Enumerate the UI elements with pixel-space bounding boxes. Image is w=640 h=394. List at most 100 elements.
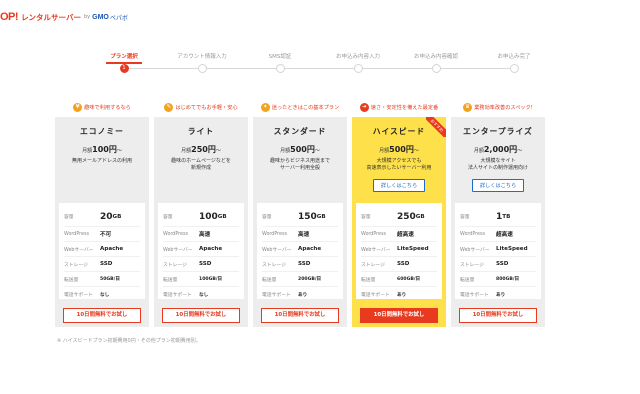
plan-specs: 容量 250 GB WordPress 超高速 Webサーバー LiteSpeed スト… [356, 203, 442, 299]
step-dot: 1 [119, 64, 129, 73]
spec-webserver: Webサーバー LiteSpeed [460, 242, 536, 257]
plan-tagline: ✎ はじめてでもお手軽・安心 [154, 100, 248, 114]
plan-description: 大規模アクセスでも 高速表示したいサーバー利用 [366, 158, 432, 171]
plan-description: 大規模なサイト 法人サイトの制作運用向け [467, 158, 528, 171]
free-trial-button[interactable]: 10日間無料でお試し [63, 308, 141, 323]
by-text: by [84, 14, 91, 20]
plan-tagline: ¥ 趣味で利用するなら [55, 100, 149, 114]
spec-support: 電話サポート なし [163, 292, 209, 299]
spec-wordpress: WordPress 超高速 [460, 227, 536, 242]
service-name: レンタルサーバー [21, 12, 81, 22]
plan-card: ライト 月額250円〜 趣味のホームページなどを 新規作成 容量 100 GB Wo… [154, 117, 248, 327]
tagline-text: はじめてでもお手軽・安心 [175, 104, 238, 111]
plan-name: エンタープライズ [463, 127, 533, 136]
tagline-text: 業務効率改善のスペック! [474, 104, 533, 111]
plan-price: 月額250円〜 [181, 145, 221, 154]
free-trial-button[interactable]: 10日間無料でお試し [459, 308, 537, 323]
step-application-input: お申込み内容入力 [318, 53, 398, 73]
gmo-logo: GMO [92, 13, 109, 21]
spec-support: 電話サポート あり [262, 292, 308, 299]
step-label: お申込み内容確認 [413, 54, 458, 60]
plan-tagline: ✦ 迷ったときはこの基本プラン [253, 100, 347, 114]
free-trial-button[interactable]: 10日間無料でお試し [162, 308, 240, 323]
details-button[interactable]: 詳しくはこちら [372, 179, 426, 192]
yen-icon: ¥ [73, 102, 83, 112]
spec-webserver: Webサーバー Apache [163, 242, 239, 257]
tagline-text: 迷ったときはこの基本プラン [271, 104, 340, 111]
step-dot [197, 64, 207, 73]
step-plan-select: プラン選択 1 [84, 53, 164, 73]
spec-wordpress: WordPress 不可 [64, 227, 140, 242]
brand-logo[interactable]: OP! レンタルサーバー by GMO ペパボ [0, 10, 128, 24]
spec-storage: ストレージ SSD [262, 257, 338, 272]
plan-card: エコノミー 月額100円〜 無用メールアドレスの利用 容量 20 GB WordPr… [55, 117, 149, 327]
spec-storage: ストレージ SSD [64, 257, 140, 272]
plan-card: エンタープライズ 月額2,000円〜 大規模なサイト 法人サイトの制作運用向け … [451, 117, 545, 327]
logo-text: OP! [0, 11, 19, 23]
beginner-icon: ✎ [164, 102, 174, 112]
tagline-text: 速さ・安定性を備えた最定番 [370, 104, 439, 111]
sparkle-icon: ✦ [260, 102, 270, 112]
details-button[interactable]: 詳しくはこちら [471, 179, 525, 192]
plan-description: 趣味のホームページなどを 新規作成 [171, 158, 231, 171]
spec-capacity: 容量 20 GB [64, 207, 140, 227]
step-dot [353, 64, 363, 73]
spec-storage: ストレージ SSD [460, 257, 536, 272]
step-label: SMS認証 [268, 54, 292, 60]
step-complete: お申込み完了 [474, 53, 554, 73]
plan-price: 月額2,000円〜 [473, 145, 523, 154]
step-application-confirm: お申込み内容確認 [396, 53, 476, 73]
plan-name: エコノミー [80, 127, 124, 136]
step-sms-auth: SMS認証 [240, 53, 320, 73]
step-label: プラン選択 [110, 54, 138, 60]
free-trial-button[interactable]: 10日間無料でお試し [261, 308, 339, 323]
spec-webserver: Webサーバー LiteSpeed [361, 242, 437, 257]
spec-transfer: 転送量 100GB/日 [163, 272, 239, 287]
plan-tagline: ➜ 速さ・安定性を備えた最定番 [352, 100, 446, 114]
motorcycle-icon: ➜ [359, 102, 369, 112]
step-dot [509, 64, 519, 73]
step-label: お申込み完了 [497, 54, 531, 60]
spec-wordpress: WordPress 超高速 [361, 227, 437, 242]
spec-webserver: Webサーバー Apache [262, 242, 338, 257]
step-label: お申込み内容入力 [335, 54, 380, 60]
spec-wordpress: WordPress 高速 [262, 227, 338, 242]
plan-specs: 容量 100 GB WordPress 高速 Webサーバー Apache ストレージ S… [158, 203, 244, 299]
plan-specs: 容量 20 GB WordPress 不可 Webサーバー Apache ストレージ SS… [59, 203, 145, 299]
spec-support: 電話サポート なし [64, 292, 110, 299]
tagline-text: 趣味で利用するなら [84, 104, 131, 111]
pepabo-logo: ペパボ [109, 14, 128, 22]
spec-support: 電話サポート あり [361, 292, 407, 299]
spec-capacity: 容量 250 GB [361, 207, 437, 227]
spec-support: 電話サポート あり [460, 292, 506, 299]
active-step-underline [106, 62, 142, 64]
spec-storage: ストレージ SSD [361, 257, 437, 272]
spec-storage: ストレージ SSD [163, 257, 239, 272]
plan-card: スタンダード 月額500円〜 趣味からビジネス用途まで サーバー利用全般 容量 1… [253, 117, 347, 327]
plan-highspeed: ➜ 速さ・安定性を備えた最定番 おすすめ ハイスピード 月額500円〜 大規模ア… [352, 100, 446, 327]
plan-economy: ¥ 趣味で利用するなら エコノミー 月額100円〜 無用メールアドレスの利用 容… [55, 100, 149, 327]
plan-name: スタンダード [273, 127, 327, 136]
plan-tagline: ♛ 業務効率改善のスペック! [451, 100, 545, 114]
plan-price: 月額500円〜 [280, 145, 320, 154]
spec-transfer: 転送量 800GB/日 [460, 272, 536, 287]
progress-steps: プラン選択 1 アカウント情報入力 SMS認証 お申込み内容入力 お申込み内容確… [84, 53, 554, 75]
plan-description: 無用メールアドレスの利用 [71, 158, 132, 164]
spec-transfer: 転送量 50GB/日 [64, 272, 140, 287]
footnote: ※ ハイスピードプラン初期費用0円・その他プラン初期費用別。 [57, 338, 201, 344]
step-account-info: アカウント情報入力 [162, 53, 242, 73]
spec-transfer: 転送量 200GB/日 [262, 272, 338, 287]
plan-standard: ✦ 迷ったときはこの基本プラン スタンダード 月額500円〜 趣味からビジネス用… [253, 100, 347, 327]
spec-capacity: 容量 1 TB [460, 207, 536, 227]
crown-icon: ♛ [463, 102, 473, 112]
plan-enterprise: ♛ 業務効率改善のスペック! エンタープライズ 月額2,000円〜 大規模なサイ… [451, 100, 545, 327]
step-dot [431, 64, 441, 73]
spec-wordpress: WordPress 高速 [163, 227, 239, 242]
spec-capacity: 容量 100 GB [163, 207, 239, 227]
free-trial-button[interactable]: 10日間無料でお試し [360, 308, 438, 323]
spec-transfer: 転送量 600GB/日 [361, 272, 437, 287]
plan-card: おすすめ ハイスピード 月額500円〜 大規模アクセスでも 高速表示したいサーバ… [352, 117, 446, 327]
plan-light: ✎ はじめてでもお手軽・安心 ライト 月額250円〜 趣味のホームページなどを … [154, 100, 248, 327]
step-dot [275, 64, 285, 73]
recommended-ribbon: おすすめ [426, 117, 446, 137]
